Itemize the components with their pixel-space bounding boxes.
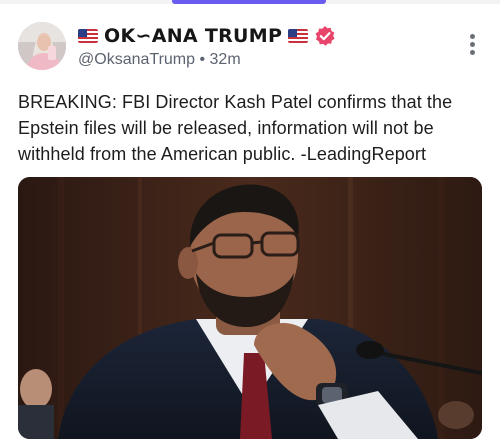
post-body-text: BREAKING: FBI Director Kash Patel confir… — [18, 92, 453, 164]
avatar[interactable] — [18, 22, 66, 70]
post-image[interactable] — [18, 177, 482, 439]
author-handle[interactable]: @OksanaTrump — [78, 51, 195, 68]
post-meta: @OksanaTrump • 32m — [78, 51, 241, 69]
author-name-row: OK∽ANA TRUMP — [78, 25, 336, 47]
meta-separator: • — [199, 51, 206, 68]
more-vertical-icon[interactable] — [468, 34, 476, 60]
active-tab-indicator — [172, 0, 326, 4]
author-display-name[interactable]: OK∽ANA TRUMP — [104, 25, 282, 47]
post-timestamp[interactable]: 32m — [210, 51, 241, 68]
verified-badge-icon — [314, 25, 336, 47]
post-header: OK∽ANA TRUMP @OksanaTrump • 32m — [18, 22, 482, 76]
us-flag-icon — [288, 29, 309, 43]
us-flag-icon — [78, 29, 98, 43]
